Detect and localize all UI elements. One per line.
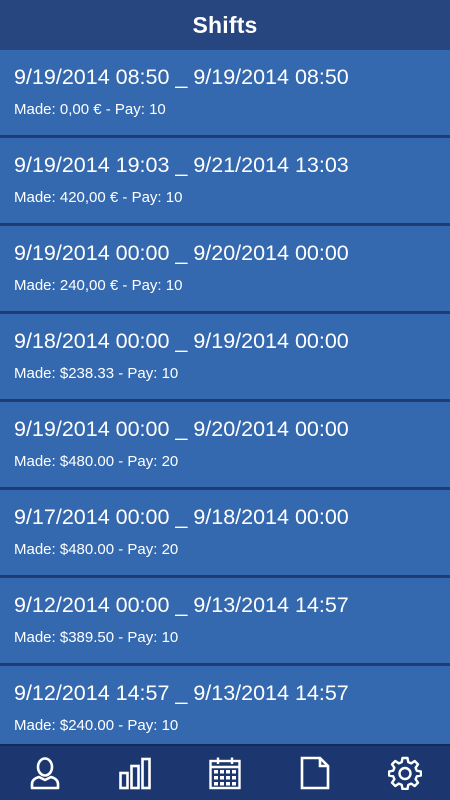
shift-earnings: Made: $389.50 - Pay: 10: [14, 629, 179, 646]
bottom-nav-bar: [0, 744, 450, 800]
shift-date-range: 9/19/2014 00:00 _ 9/20/2014 00:00: [14, 241, 349, 265]
shift-date-range: 9/19/2014 00:00 _ 9/20/2014 00:00: [14, 417, 349, 441]
user-icon: [30, 757, 60, 790]
app-header: Shifts: [0, 0, 450, 50]
shift-list-item[interactable]: 9/12/2014 14:57 _ 9/13/2014 14:57 Made: …: [0, 666, 450, 744]
nav-profile-button[interactable]: [0, 746, 90, 800]
shift-earnings: Made: $238.33 - Pay: 10: [14, 365, 179, 382]
shift-list-item[interactable]: 9/19/2014 19:03 _ 9/21/2014 13:03 Made: …: [0, 138, 450, 226]
shift-list-item[interactable]: 9/12/2014 00:00 _ 9/13/2014 14:57 Made: …: [0, 578, 450, 666]
shift-earnings: Made: $480.00 - Pay: 20: [14, 541, 179, 558]
calendar-icon: [209, 757, 241, 790]
shift-date-range: 9/12/2014 14:57 _ 9/13/2014 14:57: [14, 681, 349, 705]
shift-earnings: Made: $480.00 - Pay: 20: [14, 453, 179, 470]
document-icon: [300, 756, 330, 790]
nav-calendar-button[interactable]: [180, 746, 270, 800]
shift-date-range: 9/19/2014 19:03 _ 9/21/2014 13:03: [14, 153, 349, 177]
bar-chart-icon: [119, 757, 151, 790]
page-title: Shifts: [192, 11, 258, 38]
shift-date-range: 9/12/2014 00:00 _ 9/13/2014 14:57: [14, 593, 349, 617]
shift-list-item[interactable]: 9/19/2014 00:00 _ 9/20/2014 00:00 Made: …: [0, 402, 450, 490]
shift-earnings: Made: 240,00 € - Pay: 10: [14, 277, 183, 294]
shift-date-range: 9/18/2014 00:00 _ 9/19/2014 00:00: [14, 329, 349, 353]
nav-reports-button[interactable]: [270, 746, 360, 800]
shift-list-item[interactable]: 9/19/2014 00:00 _ 9/20/2014 00:00 Made: …: [0, 226, 450, 314]
shift-earnings: Made: $240.00 - Pay: 10: [14, 717, 179, 734]
shift-date-range: 9/17/2014 00:00 _ 9/18/2014 00:00: [14, 505, 349, 529]
gear-icon: [388, 756, 422, 790]
shift-earnings: Made: 0,00 € - Pay: 10: [14, 101, 166, 118]
shift-date-range: 9/19/2014 08:50 _ 9/19/2014 08:50: [14, 65, 349, 89]
nav-settings-button[interactable]: [360, 746, 450, 800]
shift-list-item[interactable]: 9/17/2014 00:00 _ 9/18/2014 00:00 Made: …: [0, 490, 450, 578]
shift-earnings: Made: 420,00 € - Pay: 10: [14, 189, 183, 206]
nav-stats-button[interactable]: [90, 746, 180, 800]
shift-list-item[interactable]: 9/18/2014 00:00 _ 9/19/2014 00:00 Made: …: [0, 314, 450, 402]
shift-list[interactable]: 9/19/2014 08:50 _ 9/19/2014 08:50 Made: …: [0, 50, 450, 744]
shift-list-item[interactable]: 9/19/2014 08:50 _ 9/19/2014 08:50 Made: …: [0, 50, 450, 138]
